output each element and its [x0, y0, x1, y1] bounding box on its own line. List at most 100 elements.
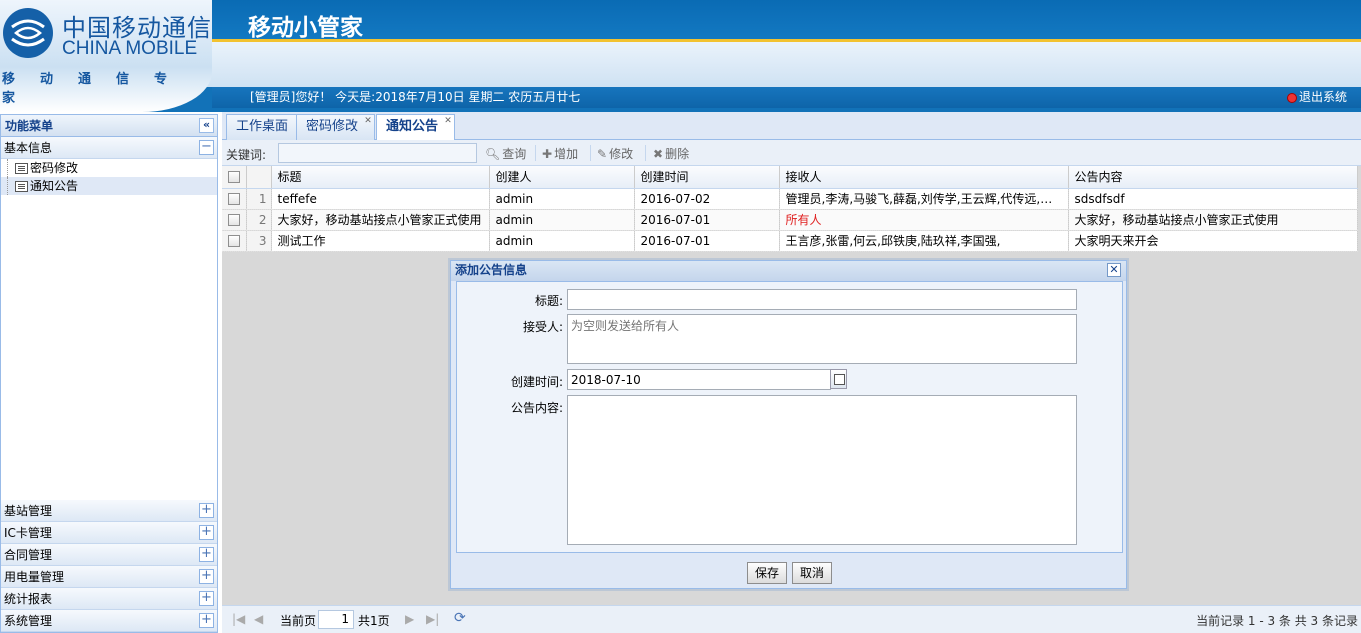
row-checkbox[interactable] [222, 209, 247, 231]
page-number-input[interactable]: 1 [318, 610, 354, 629]
toolbar-divider [590, 145, 591, 161]
tab-password-change[interactable]: 密码修改 ✕ [296, 114, 376, 140]
logout-label: 退出系统 [1298, 90, 1347, 104]
add-button[interactable]: ✚ 增加 [542, 145, 578, 162]
keyword-label: 关键词: [226, 148, 267, 162]
edit-button[interactable]: ✎ 修改 [597, 145, 633, 162]
column-header[interactable]: 公告内容 [1068, 166, 1358, 189]
tab-bar: 工作桌面 密码修改 ✕ 通知公告 ✕ [222, 112, 1361, 141]
pagination-bar: |◀ ◀ 当前页 1 共1页 ▶ ▶| ⟳ 当前记录 1 - 3 条 共 3 条… [222, 605, 1361, 633]
cell-title: 测试工作 [271, 230, 490, 252]
table-row[interactable]: 3 测试工作 admin 2016-07-01 王言彦,张雷,何云,邱铁庚,陆玖… [222, 230, 1358, 252]
save-button[interactable]: 保存 [747, 562, 788, 584]
accordion-label: IC卡管理 [4, 526, 52, 540]
accordion-power-usage-management[interactable]: 用电量管理 + [1, 566, 217, 588]
logo-area: 中国移动通信 CHINA MOBILE 移动通信专家 [0, 0, 212, 112]
add-notice-dialog: 添加公告信息 ✕ 标题: 接受人: 创建时间: 公告内容: 保存 取消 [450, 260, 1127, 589]
tree-leaf-icon [15, 163, 28, 174]
expand-icon[interactable]: + [199, 613, 214, 628]
close-icon[interactable]: ✕ [443, 117, 453, 127]
content-label: 公告内容: [510, 401, 563, 415]
dialog-title: 添加公告信息 [455, 263, 528, 277]
expand-icon[interactable]: + [199, 547, 214, 562]
function-menu-panel: 功能菜单 « 基本信息 − 密码修改 通知公告 基站管理 + IC卡管理 + 合同管… [0, 114, 218, 633]
delete-label: 删除 [665, 147, 690, 161]
expand-icon[interactable]: + [199, 503, 214, 518]
column-header[interactable]: 接收人 [779, 166, 1069, 189]
content-textarea[interactable] [567, 395, 1077, 545]
dialog-footer: 保存 取消 [451, 552, 1126, 588]
date-input[interactable] [567, 369, 831, 390]
record-info: 当前记录 1 - 3 条 共 3 条记录 [1196, 614, 1358, 628]
function-menu-title: 功能菜单 [5, 119, 54, 133]
tree-item-password-change[interactable]: 密码修改 [1, 159, 217, 177]
dialog-header[interactable]: 添加公告信息 ✕ [451, 261, 1126, 281]
grid-toolbar: 关键词: 🔍︎ 查询 ✚ 增加 ✎ 修改 ✖ 删除 [222, 140, 1361, 166]
row-number: 1 [246, 188, 272, 210]
tree-item-notice[interactable]: 通知公告 [1, 177, 217, 195]
edit-icon: ✎ [597, 146, 608, 161]
row-number: 2 [246, 209, 272, 231]
expand-icon[interactable]: + [199, 591, 214, 606]
accordion-system-management[interactable]: 系统管理 + [1, 610, 217, 632]
close-icon[interactable]: ✕ [1107, 263, 1121, 277]
tab-workbench[interactable]: 工作桌面 [226, 114, 299, 140]
accordion-basic-info[interactable]: 基本信息 − [1, 137, 217, 159]
next-page-icon[interactable]: ▶ [405, 612, 414, 626]
first-page-icon[interactable]: |◀ [232, 612, 245, 626]
date-label: 创建时间: [510, 375, 563, 389]
table-row[interactable]: 1 teffefe admin 2016-07-02 管理员,李涛,马骏飞,薛磊… [222, 188, 1358, 210]
accordion-station-management[interactable]: 基站管理 + [1, 500, 217, 522]
cell-content: sdsdfsdf [1068, 188, 1358, 210]
logout-button[interactable]: 退出系统 [1286, 87, 1347, 108]
tree-item-label: 密码修改 [30, 161, 79, 175]
accordion-basic-info-label: 基本信息 [4, 141, 53, 155]
refresh-icon[interactable]: ⟳ [454, 610, 466, 626]
collapse-sidebar-button[interactable]: « [199, 118, 214, 133]
expand-icon[interactable]: + [199, 569, 214, 584]
row-checkbox[interactable] [222, 230, 247, 252]
calendar-icon[interactable] [830, 369, 847, 389]
receiver-input[interactable] [567, 314, 1077, 364]
header-pale-band [190, 42, 1361, 87]
column-header[interactable]: 创建时间 [634, 166, 780, 189]
toolbar-divider [535, 145, 536, 161]
accordion-statistics-reports[interactable]: 统计报表 + [1, 588, 217, 610]
expand-icon[interactable]: + [199, 525, 214, 540]
column-header[interactable]: 标题 [271, 166, 490, 189]
select-all-checkbox[interactable] [222, 166, 247, 189]
accordion-label: 用电量管理 [4, 570, 65, 584]
edit-label: 修改 [609, 147, 634, 161]
cancel-button[interactable]: 取消 [792, 562, 833, 584]
row-number: 3 [246, 230, 272, 252]
accordion-label: 系统管理 [4, 614, 53, 628]
tree-item-label: 通知公告 [30, 179, 79, 193]
cell-date: 2016-07-01 [634, 209, 780, 231]
current-page-label: 当前页 [280, 614, 317, 628]
cell-creator: admin [489, 188, 635, 210]
logout-icon [1286, 92, 1297, 103]
close-icon[interactable]: ✕ [363, 117, 373, 127]
row-checkbox[interactable] [222, 188, 247, 210]
accordion-label: 基站管理 [4, 504, 53, 518]
tab-label: 通知公告 [386, 119, 439, 134]
keyword-input[interactable] [278, 143, 477, 163]
cell-date: 2016-07-02 [634, 188, 780, 210]
last-page-icon[interactable]: ▶| [426, 612, 439, 626]
tree-leaf-icon [15, 181, 28, 192]
title-label: 标题: [534, 294, 563, 308]
title-input[interactable] [567, 289, 1077, 310]
table-row[interactable]: 2 大家好，移动基站接点小管家正式使用 admin 2016-07-01 所有人… [222, 209, 1358, 231]
search-button[interactable]: 🔍︎ 查询 [485, 145, 526, 162]
dialog-form: 标题: 接受人: 创建时间: 公告内容: [456, 281, 1123, 553]
collapse-icon[interactable]: − [199, 140, 214, 155]
cell-title: 大家好，移动基站接点小管家正式使用 [271, 209, 490, 231]
accordion-contract-management[interactable]: 合同管理 + [1, 544, 217, 566]
accordion-ic-card-management[interactable]: IC卡管理 + [1, 522, 217, 544]
tab-notice[interactable]: 通知公告 ✕ [376, 114, 456, 141]
delete-button[interactable]: ✖ 删除 [653, 145, 689, 162]
prev-page-icon[interactable]: ◀ [254, 612, 263, 626]
column-header[interactable]: 创建人 [489, 166, 635, 189]
toolbar-divider [645, 145, 646, 161]
accordion-label: 合同管理 [4, 548, 53, 562]
